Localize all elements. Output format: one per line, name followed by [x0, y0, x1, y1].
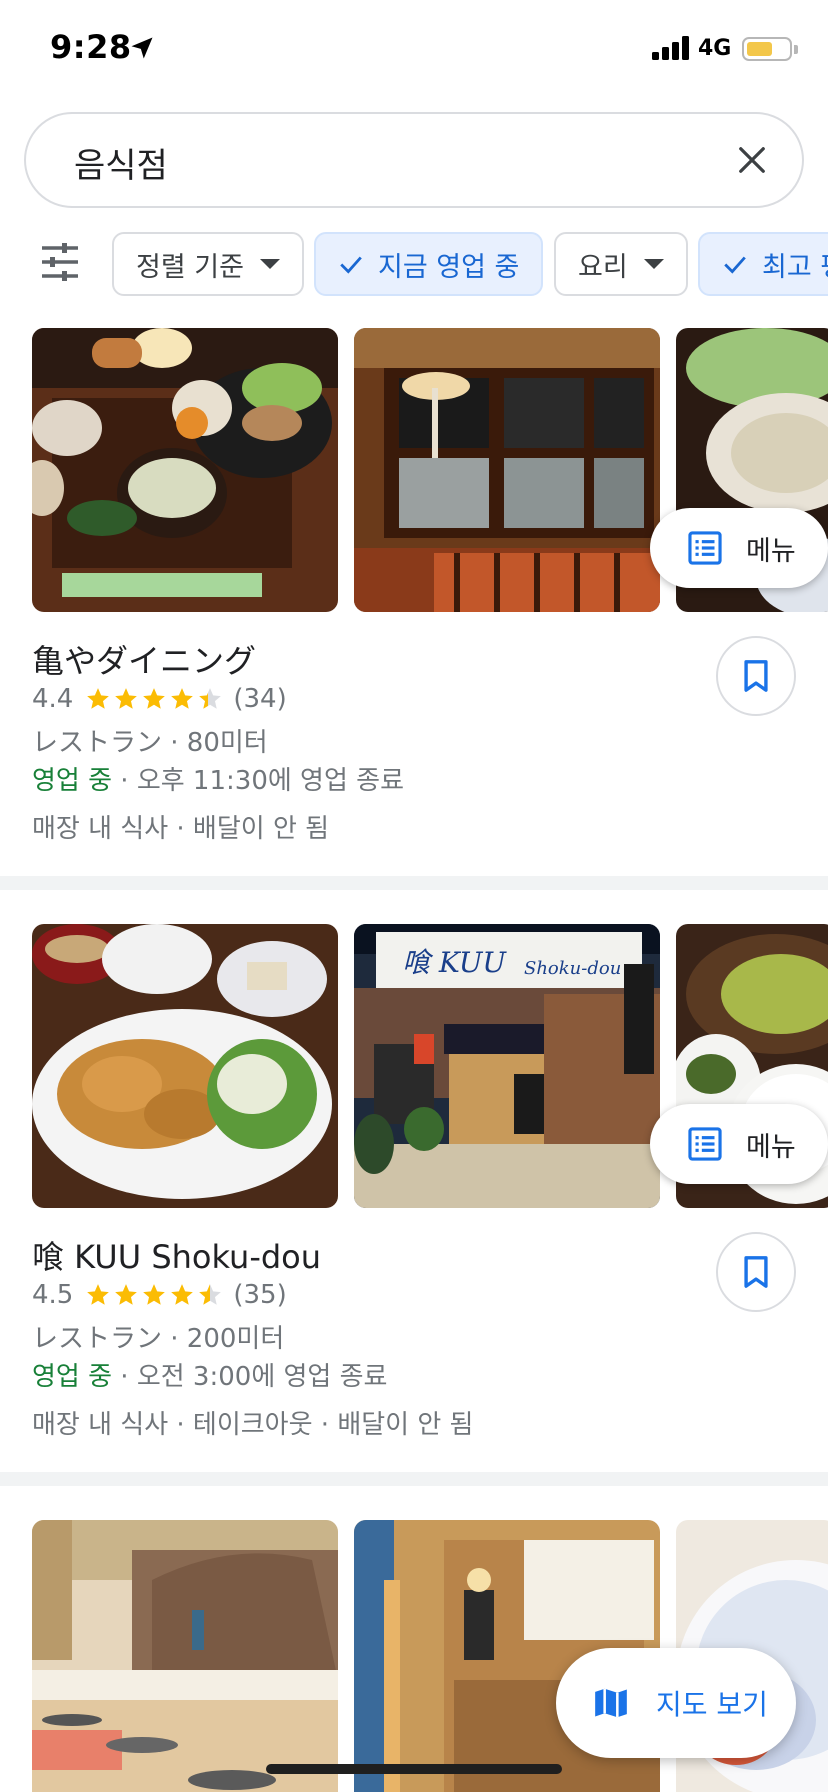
status-bar: 9:28 4G [0, 0, 828, 100]
star-icon [171, 688, 194, 709]
star-icon [87, 1284, 110, 1305]
battery-icon [742, 37, 792, 61]
chip-sort-by[interactable]: 정렬 기준 [112, 232, 304, 296]
menu-button[interactable]: 메뉴 [650, 1104, 828, 1184]
open-status: 영업 중 [32, 766, 113, 796]
place-photo[interactable] [32, 328, 338, 612]
place-name[interactable]: 喰 KUU Shoku-dou [32, 1232, 321, 1278]
chip-cuisine[interactable]: 요리 [554, 232, 688, 296]
star-icon [115, 1284, 138, 1305]
star-icon [143, 688, 166, 709]
hours-line: 영업 중 · 오후 11:30에 영업 종료 [32, 760, 404, 797]
chip-label: 요리 [578, 251, 628, 283]
result-divider [0, 876, 828, 890]
star-icon [115, 688, 138, 709]
closing-time: · 오전 3:00에 영업 종료 [112, 1362, 388, 1392]
network-type: 4G [698, 36, 732, 61]
menu-button-label: 메뉴 [746, 1131, 796, 1163]
battery-tip [794, 45, 798, 54]
result-card[interactable]: 喰 KUU Shoku-dou 메뉴 喰 KUU Shoku-dou 4.5 (… [0, 924, 828, 1464]
photo-carousel[interactable]: 메뉴 [32, 328, 828, 612]
rating-value: 4.5 [32, 1280, 74, 1310]
chip-top-rated[interactable]: 최고 평 [698, 232, 828, 296]
home-indicator [266, 1764, 562, 1774]
chip-open-now[interactable]: 지금 영업 중 [314, 232, 544, 296]
place-name[interactable]: 亀やダイニング [32, 636, 256, 682]
service-options: 매장 내 식사 · 배달이 안 됨 [32, 814, 330, 844]
rating-line: 4.4 (34) [32, 684, 287, 714]
menu-button-label: 메뉴 [746, 535, 796, 567]
category-distance: レストラン · 80미터 [32, 728, 268, 758]
menu-button[interactable]: 메뉴 [650, 508, 828, 588]
place-photo[interactable] [354, 328, 660, 612]
hours-line: 영업 중 · 오전 3:00에 영업 종료 [32, 1356, 387, 1393]
category-distance: レストラン · 200미터 [32, 1324, 285, 1354]
filter-sliders-icon[interactable] [38, 240, 82, 284]
svg-text:Shoku-dou: Shoku-dou [524, 958, 621, 979]
rating-value: 4.4 [32, 684, 74, 714]
star-icon [171, 1284, 194, 1305]
filter-chips-row: 정렬 기준 지금 영업 중 요리 최고 평 [0, 228, 828, 298]
bookmark-icon [744, 660, 768, 692]
svg-text:喰 KUU: 喰 KUU [402, 946, 507, 979]
menu-list-icon [688, 1127, 722, 1161]
save-button[interactable] [716, 636, 796, 716]
star-icon [199, 1284, 222, 1305]
chevron-down-icon [643, 259, 664, 269]
star-icon [143, 1284, 166, 1305]
search-input[interactable]: 음식점 [74, 138, 168, 187]
result-card[interactable]: 메뉴 亀やダイニング 4.4 (34) レストラン · 80미터 영업 중 · … [0, 328, 828, 868]
star-rating [85, 1282, 225, 1308]
rating-line: 4.5 (35) [32, 1280, 287, 1310]
signal-icon [652, 36, 689, 60]
photo-carousel[interactable]: 喰 KUU Shoku-dou 메뉴 [32, 924, 828, 1208]
bookmark-icon [744, 1256, 768, 1288]
place-photo[interactable]: 喰 KUU Shoku-dou [354, 924, 660, 1208]
result-divider [0, 1472, 828, 1486]
status-time: 9:28 [50, 28, 132, 66]
place-photo[interactable] [32, 924, 338, 1208]
open-status: 영업 중 [32, 1362, 113, 1392]
star-icon [87, 688, 110, 709]
map-view-button[interactable]: 지도 보기 [556, 1648, 796, 1758]
map-view-label: 지도 보기 [656, 1688, 768, 1721]
review-count: (35) [233, 1280, 287, 1310]
map-icon [595, 1688, 627, 1718]
clear-search-button[interactable] [726, 134, 778, 186]
check-icon [724, 256, 746, 274]
close-icon [739, 147, 765, 173]
star-rating [85, 686, 225, 712]
location-arrow-icon [131, 37, 153, 59]
closing-time: · 오후 11:30에 영업 종료 [112, 766, 404, 796]
star-icon [199, 688, 222, 709]
battery-level [747, 42, 772, 56]
save-button[interactable] [716, 1232, 796, 1312]
service-options: 매장 내 식사 · 테이크아웃 · 배달이 안 됨 [32, 1410, 474, 1440]
menu-list-icon [688, 531, 722, 565]
chevron-down-icon [259, 259, 280, 269]
chip-label: 최고 평 [762, 251, 828, 283]
chip-label: 정렬 기준 [136, 251, 244, 283]
place-photo[interactable] [32, 1520, 338, 1792]
check-icon [340, 256, 362, 274]
chip-label: 지금 영업 중 [378, 251, 520, 283]
search-box[interactable]: 음식점 [24, 112, 804, 208]
review-count: (34) [233, 684, 287, 714]
